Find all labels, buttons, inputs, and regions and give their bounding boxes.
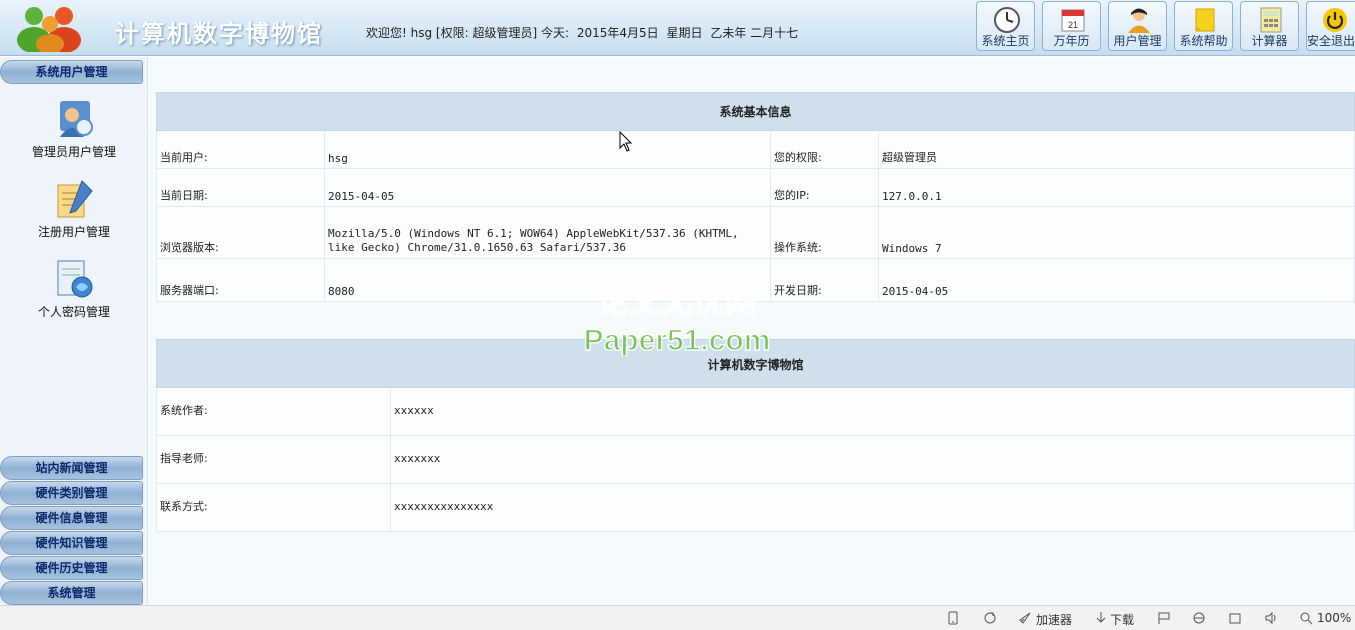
user-icon bbox=[1128, 8, 1150, 33]
table-row: 指导老师: xxxxxxx bbox=[156, 435, 1355, 484]
info-value: Mozilla/5.0 (Windows NT 6.1; WOW64) Appl… bbox=[324, 206, 771, 259]
info-label: 操作系统: bbox=[770, 206, 879, 259]
watermark-line2: Paper51.com bbox=[584, 324, 771, 356]
about-label: 系统作者: bbox=[156, 387, 391, 436]
sidebar-group-hardware-info[interactable]: 硬件信息管理 bbox=[0, 506, 143, 530]
help-button-label: 系统帮助 bbox=[1179, 34, 1228, 48]
info-label: 浏览器版本: bbox=[156, 206, 325, 259]
info-label: 当前日期: bbox=[156, 168, 325, 207]
calculator-button-label: 计算器 bbox=[1251, 34, 1288, 48]
header-bar: 计算机数字博物馆 欢迎您! hsg [权限: 超级管理员] 今天: 2015年4… bbox=[0, 0, 1355, 56]
about-label: 指导老师: bbox=[156, 435, 391, 484]
password-icon bbox=[57, 260, 93, 298]
zoom-level[interactable]: 100% bbox=[1317, 611, 1351, 625]
speaker-icon[interactable] bbox=[1264, 611, 1278, 625]
download-icon[interactable] bbox=[1094, 611, 1108, 625]
today-lunar: 乙未年 二月十七 bbox=[710, 26, 799, 40]
mobile-icon[interactable] bbox=[946, 611, 960, 625]
site-title: 计算机数字博物馆 bbox=[115, 19, 323, 48]
calendar-icon: 21 bbox=[1061, 9, 1085, 32]
watermark-logo: 论文无忧网 Paper51.com bbox=[583, 282, 771, 356]
sidebar-group-system[interactable]: 系统管理 bbox=[0, 581, 143, 605]
register-user-icon bbox=[57, 180, 93, 218]
info-value: 2015-04-05 bbox=[324, 168, 771, 207]
info-value: Windows 7 bbox=[878, 206, 1355, 259]
info-label: 服务器端口: bbox=[156, 258, 325, 302]
accelerator-label[interactable]: 加速器 bbox=[1036, 611, 1072, 628]
ie-icon[interactable] bbox=[1192, 611, 1206, 625]
info-label: 当前用户: bbox=[156, 130, 325, 169]
browser-status-bar: 加速器 下载 100% bbox=[0, 605, 1355, 630]
welcome-user: 欢迎您! hsg [权限: 超级管理员] 今天: bbox=[366, 26, 569, 40]
info-label: 您的权限: bbox=[770, 130, 879, 169]
sidebar-item-registered-users-label: 注册用户管理 bbox=[37, 225, 110, 239]
sidebar-group-hardware-category[interactable]: 硬件类别管理 bbox=[0, 481, 143, 505]
calendar-button-label: 万年历 bbox=[1053, 34, 1090, 48]
user-manage-button-label: 用户管理 bbox=[1113, 34, 1162, 48]
about-value: xxxxxxx bbox=[390, 435, 1355, 484]
calculator-icon bbox=[1260, 7, 1282, 33]
calendar-button[interactable]: 21 万年历 bbox=[1042, 1, 1101, 51]
home-button[interactable]: 系统主页 bbox=[976, 1, 1035, 51]
users-logo-icon bbox=[17, 7, 81, 52]
logout-button-label: 安全退出 bbox=[1307, 34, 1355, 48]
calculator-button[interactable]: 计算器 bbox=[1240, 1, 1299, 51]
sidebar-group-system-users[interactable]: 系统用户管理 bbox=[0, 60, 143, 84]
table-row: 浏览器版本: Mozilla/5.0 (Windows NT 6.1; WOW6… bbox=[156, 206, 1355, 259]
about-label: 联系方式: bbox=[156, 483, 391, 532]
system-info-table: 系统基本信息 当前用户: hsg 您的权限: 超级管理员 当前日期: 2015-… bbox=[156, 92, 1355, 302]
zoom-icon[interactable] bbox=[1299, 611, 1313, 625]
download-label[interactable]: 下载 bbox=[1110, 611, 1134, 628]
watermark-line1: 论文无忧网 bbox=[597, 283, 757, 319]
welcome-text: 欢迎您! hsg [权限: 超级管理员] 今天: 2015年4月5日 星期日 乙… bbox=[366, 24, 802, 41]
logout-button[interactable]: 安全退出 bbox=[1306, 1, 1355, 51]
home-button-label: 系统主页 bbox=[981, 34, 1030, 48]
window-icon[interactable] bbox=[1228, 611, 1242, 625]
today-date: 2015年4月5日 bbox=[576, 26, 659, 40]
refresh-icon[interactable] bbox=[983, 611, 997, 625]
table-row: 联系方式: xxxxxxxxxxxxxxx bbox=[156, 483, 1355, 532]
system-info-title: 系统基本信息 bbox=[156, 92, 1355, 131]
sidebar-item-password[interactable]: 个人密码管理 bbox=[0, 257, 148, 327]
clock-icon bbox=[994, 7, 1020, 33]
table-row: 当前日期: 2015-04-05 您的IP: 127.0.0.1 bbox=[156, 168, 1355, 207]
sidebar-item-registered-users[interactable]: 注册用户管理 bbox=[0, 177, 148, 247]
admin-user-icon bbox=[60, 101, 93, 137]
today-weekday: 星期日 bbox=[666, 26, 703, 40]
sidebar-item-admin-users[interactable]: 管理员用户管理 bbox=[0, 97, 148, 167]
sidebar: 系统用户管理 管理员用户管理 注册用户管理 个人密码管理 站内新闻管理 硬件类别… bbox=[0, 57, 148, 605]
power-icon bbox=[1323, 8, 1347, 32]
rocket-icon[interactable] bbox=[1018, 611, 1032, 625]
info-value: 127.0.0.1 bbox=[878, 168, 1355, 207]
info-value: hsg bbox=[324, 130, 771, 169]
sidebar-group-hardware-knowledge[interactable]: 硬件知识管理 bbox=[0, 531, 143, 555]
flag-icon[interactable] bbox=[1157, 611, 1171, 625]
about-table: 计算机数字博物馆 系统作者: xxxxxx 指导老师: xxxxxxx 联系方式… bbox=[156, 339, 1355, 532]
info-value: 2015-04-05 bbox=[878, 258, 1355, 302]
help-note-icon bbox=[1195, 8, 1215, 32]
sidebar-item-admin-users-label: 管理员用户管理 bbox=[31, 145, 116, 159]
svg-text:21: 21 bbox=[1068, 20, 1078, 30]
table-row: 当前用户: hsg 您的权限: 超级管理员 bbox=[156, 130, 1355, 169]
sidebar-group-news[interactable]: 站内新闻管理 bbox=[0, 456, 143, 480]
about-value: xxxxxxxxxxxxxxx bbox=[390, 483, 1355, 532]
help-button[interactable]: 系统帮助 bbox=[1174, 1, 1233, 51]
sidebar-item-password-label: 个人密码管理 bbox=[37, 305, 110, 319]
user-manage-button[interactable]: 用户管理 bbox=[1108, 1, 1167, 51]
info-value: 超级管理员 bbox=[878, 130, 1355, 169]
info-label: 您的IP: bbox=[770, 168, 879, 207]
table-row: 系统作者: xxxxxx bbox=[156, 387, 1355, 436]
info-label: 开发日期: bbox=[770, 258, 879, 302]
sidebar-group-hardware-history[interactable]: 硬件历史管理 bbox=[0, 556, 143, 580]
mouse-cursor-icon bbox=[619, 131, 633, 152]
about-value: xxxxxx bbox=[390, 387, 1355, 436]
